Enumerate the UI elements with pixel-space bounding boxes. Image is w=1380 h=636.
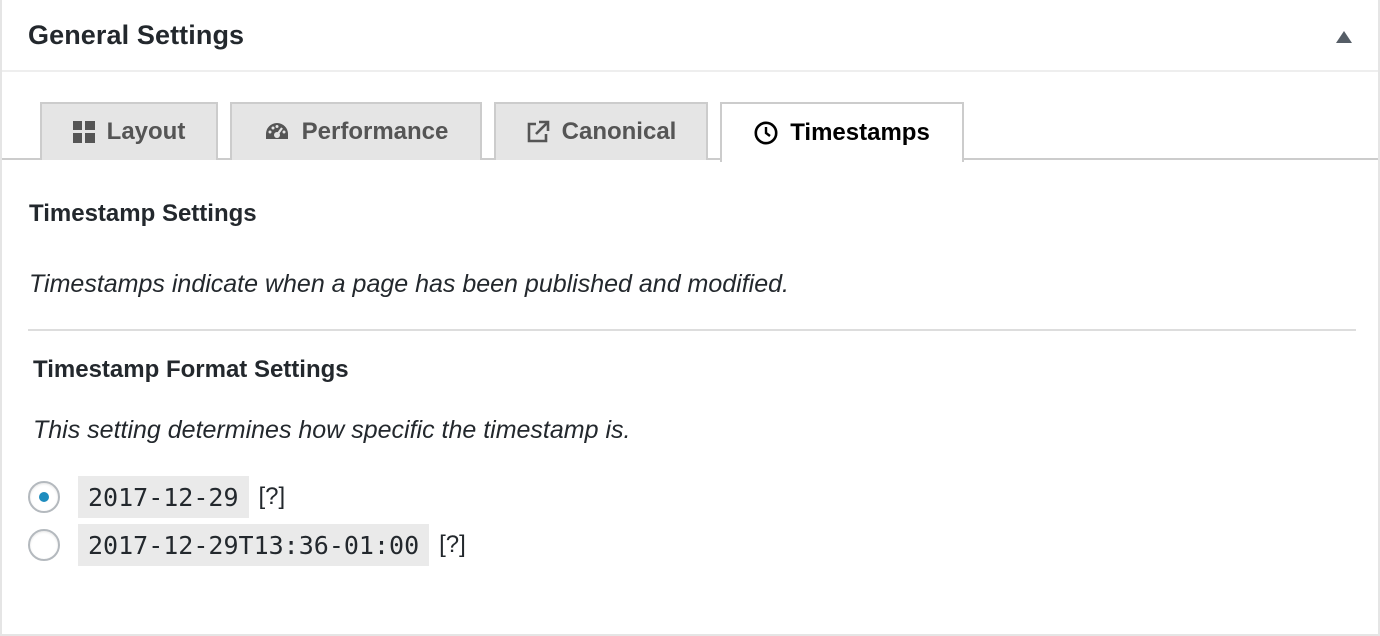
tab-performance[interactable]: Performance <box>230 102 482 160</box>
external-link-icon <box>527 120 549 143</box>
format-settings-title: Timestamp Format Settings <box>33 356 349 383</box>
triangle-up-icon[interactable] <box>1335 30 1353 44</box>
tab-timestamps-label: Timestamps <box>790 119 930 146</box>
radio-datetime[interactable] <box>28 529 60 561</box>
help-link-datetime[interactable]: [?] <box>439 531 466 559</box>
panel-header: General Settings <box>2 0 1378 72</box>
format-value-date: 2017-12-29 <box>78 476 249 518</box>
radio-date[interactable] <box>28 481 60 513</box>
tab-layout[interactable]: Layout <box>40 102 218 160</box>
tab-bar: Layout Performance Canonical Timestamps <box>2 72 1378 162</box>
timestamps-panel: Timestamp Settings Timestamps indicate w… <box>2 160 1378 636</box>
tab-layout-label: Layout <box>106 118 186 145</box>
tab-performance-label: Performance <box>301 118 449 145</box>
format-settings-description: This setting determines how specific the… <box>33 416 631 444</box>
help-link-date[interactable]: [?] <box>259 483 286 511</box>
dashboard-icon <box>265 123 288 139</box>
section-title: Timestamp Settings <box>29 200 257 227</box>
panel-title: General Settings <box>28 20 245 50</box>
grid-icon <box>72 121 95 143</box>
section-description: Timestamps indicate when a page has been… <box>29 270 789 298</box>
divider <box>28 329 1356 331</box>
tab-timestamps[interactable]: Timestamps <box>720 102 964 162</box>
tab-canonical-label: Canonical <box>561 118 677 145</box>
clock-icon <box>754 121 778 145</box>
format-option-datetime: 2017-12-29T13:36-01:00 [?] <box>28 524 466 566</box>
format-option-date: 2017-12-29 [?] <box>28 476 285 518</box>
tab-canonical[interactable]: Canonical <box>494 102 708 160</box>
general-settings-panel: General Settings Layout Performance Cano… <box>0 0 1380 636</box>
format-value-datetime: 2017-12-29T13:36-01:00 <box>78 524 430 566</box>
